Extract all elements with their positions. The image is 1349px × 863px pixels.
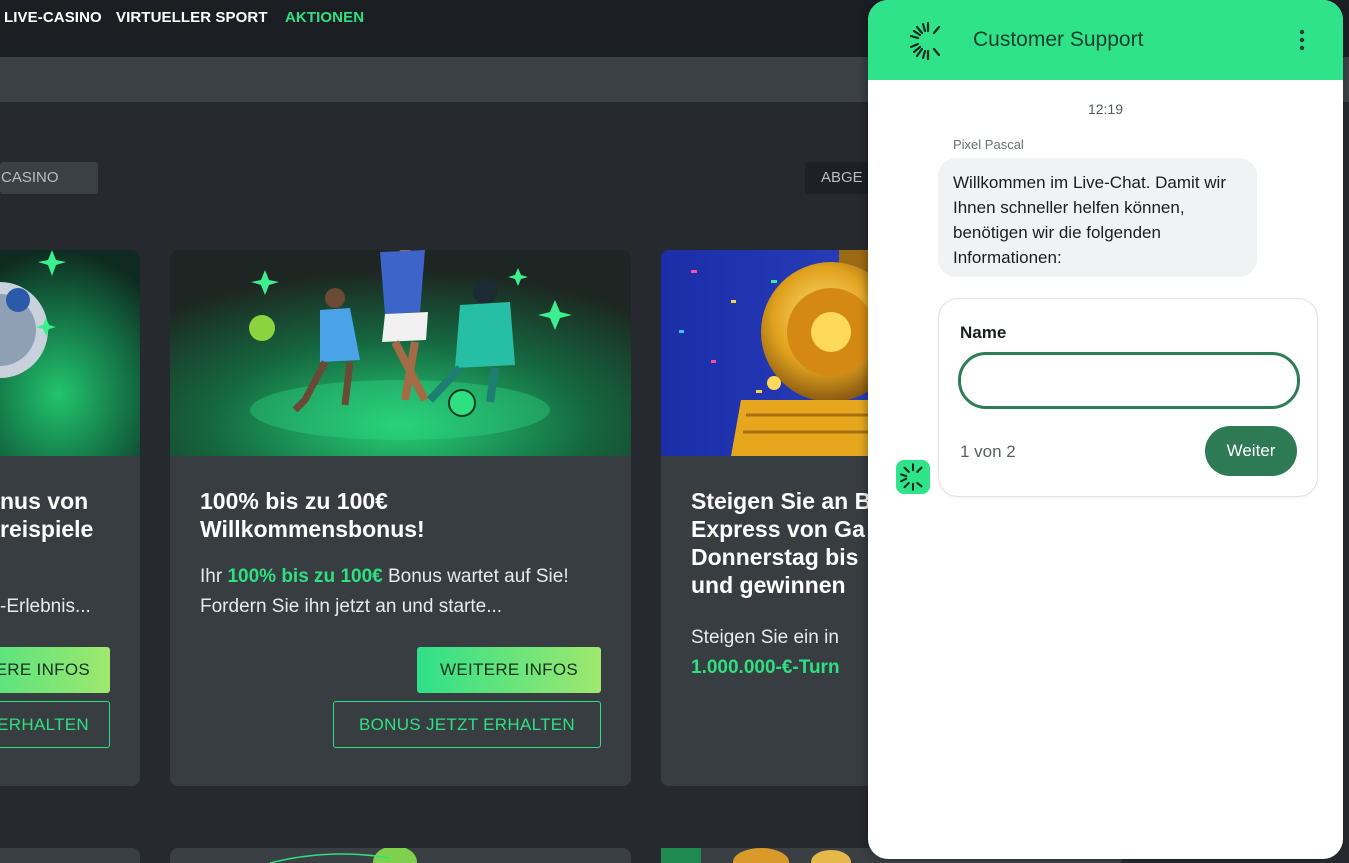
- chat-header: Customer Support: [868, 0, 1343, 80]
- weiter-button[interactable]: Weiter: [1205, 426, 1297, 476]
- name-input[interactable]: [958, 352, 1300, 409]
- promo-card-2-text: Ihr 100% bis zu 100€ Bonus wartet auf Si…: [200, 562, 610, 622]
- nav-item-aktionen[interactable]: AKTIONEN: [285, 9, 364, 26]
- more-options-icon[interactable]: [1292, 27, 1312, 53]
- promo-card-1-info-button[interactable]: ERE INFOS: [0, 647, 110, 693]
- chat-message-bubble: Willkommen im Live-Chat. Damit wir Ihnen…: [938, 158, 1257, 277]
- promo-card-1-title: nus von reispiele: [0, 488, 94, 542]
- promo-card-3-text-highlight: 1.000.000-€-Turn: [691, 657, 840, 678]
- chat-timestamp: 12:19: [1087, 101, 1124, 117]
- promo-card-2-info-button[interactable]: WEITERE INFOS: [417, 647, 601, 693]
- promo-card-2: 100% bis zu 100€ Willkommensbonus! Ihr 1…: [170, 250, 631, 786]
- promo-card-row2-2: [170, 848, 631, 863]
- form-step-indicator: 1 von 2: [960, 442, 1016, 461]
- promo-card-1: nus von reispiele -Erlebnis... ERE INFOS…: [0, 250, 140, 786]
- agent-avatar: [896, 460, 930, 494]
- name-field-label: Name: [960, 323, 1007, 342]
- chat-title: Customer Support: [973, 28, 1144, 51]
- promo-card-2-bonus-button[interactable]: BONUS JETZT ERHALTEN: [333, 701, 601, 748]
- chat-form-card: Name 1 von 2 Weiter: [938, 298, 1318, 497]
- promo-card-2-title: 100% bis zu 100€ Willkommensbonus!: [200, 488, 425, 542]
- chat-panel: Customer Support 12:19 Pixel Pascal Will…: [868, 0, 1343, 859]
- promo-card-3-title: Steigen Sie an B Express von Ga Donnerst…: [691, 488, 872, 598]
- promo-card-1-bonus-button[interactable]: ERHALTEN: [0, 701, 110, 748]
- promo-card-row2-1: [0, 848, 140, 863]
- promo-card-1-text: -Erlebnis...: [0, 596, 91, 617]
- promo-card-2-image: [170, 250, 631, 456]
- promo-card-2-text-prefix: Ihr: [200, 566, 228, 587]
- promo-card-3-text: Steigen Sie ein in: [691, 627, 839, 648]
- nav-item-virtueller-sport[interactable]: VIRTUELLER SPORT: [116, 9, 268, 26]
- chat-sender-name: Pixel Pascal: [953, 137, 1024, 152]
- promo-card-1-image: [0, 250, 140, 456]
- nav-item-live-casino[interactable]: LIVE-CASINO: [4, 9, 102, 26]
- brand-logo-icon: [908, 21, 948, 61]
- filter-chip-casino[interactable]: CASINO: [0, 162, 98, 194]
- promo-card-2-text-highlight: 100% bis zu 100€: [227, 566, 383, 587]
